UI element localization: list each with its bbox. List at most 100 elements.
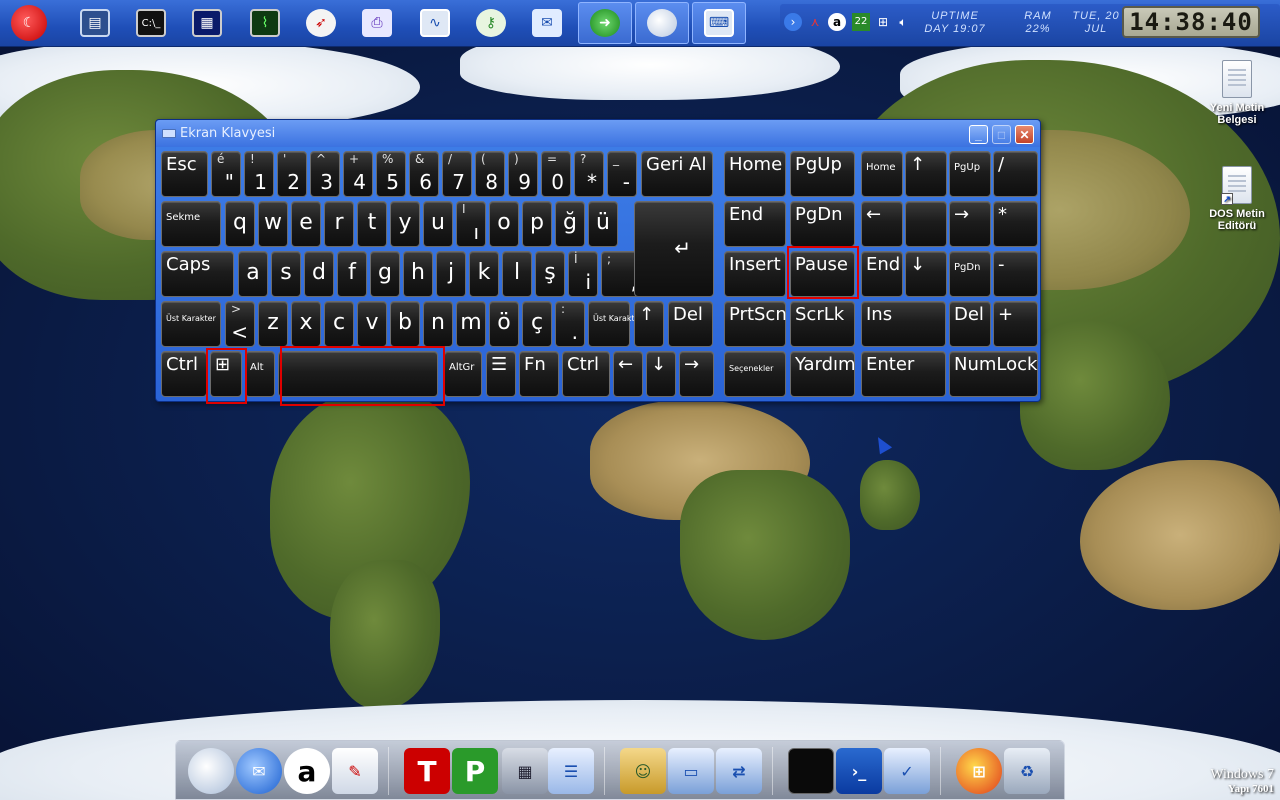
key-sekme[interactable]: Sekme — [161, 201, 221, 247]
key-t[interactable]: t — [357, 201, 387, 247]
key-home[interactable]: Home — [724, 151, 786, 197]
key-symbol-4-9[interactable]: ↓ — [646, 351, 676, 397]
key-j[interactable]: j — [436, 251, 466, 297]
key-y[interactable]: y — [390, 201, 420, 247]
key-k[interactable]: k — [469, 251, 499, 297]
tray-app-icon[interactable]: ⋏ — [806, 13, 824, 31]
key-5[interactable]: % 5 — [376, 151, 406, 197]
taskbar-app-fax[interactable]: ✉ — [520, 2, 574, 44]
control-panel-icon[interactable]: ✓ — [884, 748, 930, 794]
key-symbol-4-10[interactable]: → — [679, 351, 714, 397]
key-p[interactable]: p — [522, 201, 552, 247]
key-g[interactable]: g — [370, 251, 400, 297]
key-e[interactable]: e — [291, 201, 321, 247]
powershell-icon[interactable]: ›_ — [836, 748, 882, 794]
network-computer-icon[interactable]: ▭ — [668, 748, 714, 794]
key-pgdn[interactable]: PgDn — [949, 251, 991, 297]
key-symbol-3-13[interactable]: ↑ — [634, 301, 664, 347]
key-del[interactable]: Del — [668, 301, 713, 347]
key-3[interactable]: ^ 3 — [310, 151, 340, 197]
tray-badge[interactable]: 22 — [852, 13, 870, 31]
key-s[interactable]: s — [271, 251, 301, 297]
key-b[interactable]: b — [390, 301, 420, 347]
key-prtscn[interactable]: PrtScn — [724, 301, 787, 347]
key-pgup[interactable]: PgUp — [949, 151, 991, 197]
key-ğ[interactable]: ğ — [555, 201, 585, 247]
key-ö[interactable]: ö — [489, 301, 519, 347]
key-symbol-4-8[interactable]: ← — [613, 351, 643, 397]
key-fn[interactable]: Fn — [519, 351, 559, 397]
maximize-button[interactable]: □ — [992, 125, 1011, 144]
taskbar-app-command-prompt[interactable]: C:\_ — [124, 2, 178, 44]
calculator-icon[interactable]: ▦ — [502, 748, 548, 794]
volume-tray-icon[interactable]: 🔈︎ — [894, 13, 912, 31]
key-8[interactable]: (8 — [475, 151, 505, 197]
key-altgr[interactable]: AltGr — [444, 351, 482, 397]
digital-clock[interactable]: 14:38:40 — [1122, 6, 1260, 38]
key-del[interactable]: Del — [949, 301, 991, 347]
key-a[interactable]: a — [238, 251, 268, 297]
key-home[interactable]: Home — [861, 151, 903, 197]
presentation-free-icon[interactable]: P — [452, 748, 498, 794]
key-ç[interactable]: ç — [522, 301, 552, 347]
windows-update-icon[interactable]: ⊞ — [956, 748, 1002, 794]
key-ctrl[interactable]: Ctrl — [161, 351, 207, 397]
taskbar-app-terminal[interactable]: ▦ — [180, 2, 234, 44]
key-7[interactable]: /7 — [442, 151, 472, 197]
key-symbol-3-11[interactable]: :. — [555, 301, 585, 347]
key-symbol-0-20[interactable]: / — [993, 151, 1038, 197]
key-2[interactable]: ' 2 — [277, 151, 307, 197]
key-r[interactable]: r — [324, 201, 354, 247]
key-symbol-2-18[interactable]: - — [993, 251, 1038, 297]
key-n[interactable]: n — [423, 301, 453, 347]
start-button[interactable]: ☾ — [2, 2, 56, 44]
key-w[interactable]: w — [258, 201, 288, 247]
taskbar-app-refresh[interactable]: ➜ — [578, 2, 632, 44]
key-4[interactable]: +4 — [343, 151, 373, 197]
key-pause[interactable]: Pause — [790, 251, 855, 297]
globe-icon[interactable] — [188, 748, 234, 794]
key-0[interactable]: = 0 — [541, 151, 571, 197]
key-pgdn[interactable]: PgDn — [790, 201, 855, 247]
close-button[interactable]: ✕ — [1015, 125, 1034, 144]
avast-icon[interactable]: a — [284, 748, 330, 794]
key-üst-karakter[interactable]: Üst Karakter — [588, 301, 643, 347]
paint-brush-icon[interactable]: ✎ — [332, 748, 378, 794]
key-geri-al[interactable]: Geri Al — [641, 151, 713, 197]
window-title-bar[interactable]: Ekran Klavyesi _ □ ✕ — [156, 120, 1040, 147]
key-9[interactable]: ) 9 — [508, 151, 538, 197]
key-ctrl[interactable]: Ctrl — [562, 351, 610, 397]
key-h[interactable]: h — [403, 251, 433, 297]
key-pgup[interactable]: PgUp — [790, 151, 855, 197]
tray-expand-icon[interactable]: › — [784, 13, 802, 31]
key-symbol-4-5[interactable]: ☰ — [486, 351, 516, 397]
black-terminal-icon[interactable] — [788, 748, 834, 794]
taskbar-app-my-computer[interactable]: ▤ — [68, 2, 122, 44]
key-üst-karakter[interactable]: Üst Karakter — [161, 301, 221, 347]
taskbar-app-printer[interactable]: ⎙ — [350, 2, 404, 44]
key-symbol-0-13[interactable]: _ - — [607, 151, 637, 197]
key-enter[interactable]: ↵ — [634, 201, 714, 297]
key-insert[interactable]: Insert — [724, 251, 786, 297]
key-c[interactable]: c — [324, 301, 354, 347]
key-symbol-0-18[interactable]: ↑ — [905, 151, 947, 197]
key-ü[interactable]: ü — [588, 201, 618, 247]
key-esc[interactable]: Esc — [161, 151, 208, 197]
key-symbol-0-1[interactable]: é " — [211, 151, 241, 197]
taskbar-app-security[interactable]: ⚷ — [464, 2, 518, 44]
desktop-icon-new-text-document[interactable]: Yeni Metin Belgesi — [1202, 60, 1272, 126]
key-symbol-1-17[interactable]: → — [949, 201, 991, 247]
key-o[interactable]: o — [489, 201, 519, 247]
minimize-button[interactable]: _ — [969, 125, 988, 144]
key-q[interactable]: q — [225, 201, 255, 247]
key-m[interactable]: m — [456, 301, 486, 347]
key-yardım[interactable]: Yardım — [790, 351, 856, 397]
key-end[interactable]: End — [724, 201, 786, 247]
key-u[interactable]: u — [423, 201, 453, 247]
key-end[interactable]: End — [861, 251, 903, 297]
key-z[interactable]: z — [258, 301, 288, 347]
key-windows[interactable]: ⊞ — [210, 351, 242, 397]
key-numpad-5[interactable] — [905, 201, 947, 247]
taskbar-app-performance[interactable]: ∿ — [408, 2, 462, 44]
key-x[interactable]: x — [291, 301, 321, 347]
